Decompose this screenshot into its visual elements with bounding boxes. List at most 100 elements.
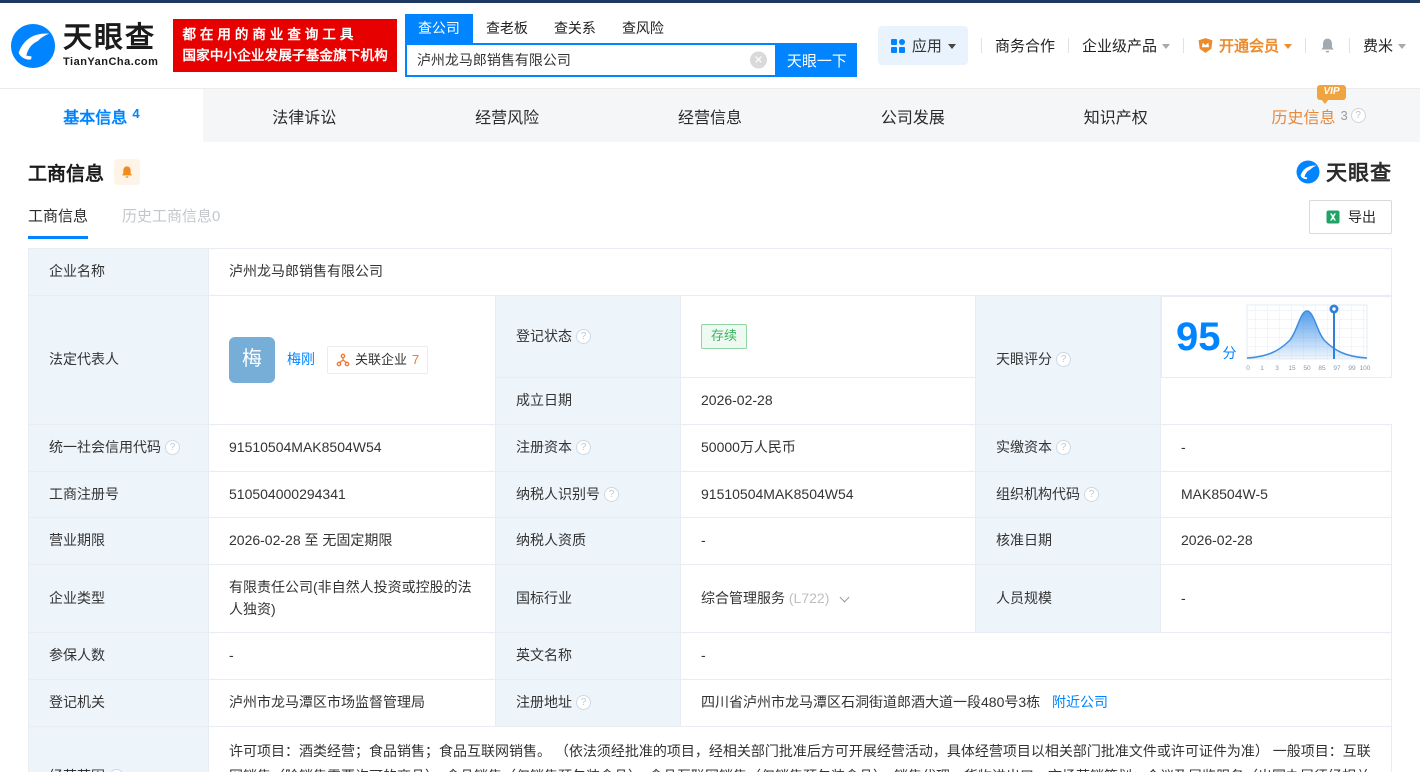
table-row: 企业名称 泸州龙马郎销售有限公司 <box>29 249 1392 296</box>
score-unit: 分 <box>1223 345 1237 361</box>
tab-label: 经营风险 <box>475 104 539 128</box>
field-label: 实缴资本? <box>976 424 1161 471</box>
company-name-value: 泸州龙马郎销售有限公司 <box>209 249 1392 296</box>
tab-business-info[interactable]: 经营信息 <box>609 89 812 142</box>
tab-label: 公司发展 <box>881 104 945 128</box>
reg-status-value: 存续 <box>681 295 976 378</box>
field-label: 登记机关 <box>29 680 209 727</box>
nearby-companies-link[interactable]: 附近公司 <box>1052 694 1108 710</box>
field-label: 参保人数 <box>29 633 209 680</box>
enterprise-products-link[interactable]: 企业级产品 <box>1082 35 1170 56</box>
field-label: 成立日期 <box>496 378 681 425</box>
apps-button[interactable]: 应用 <box>878 26 968 65</box>
caret-down-icon <box>1162 44 1170 49</box>
legal-rep-avatar[interactable]: 梅 <box>229 337 275 383</box>
divider <box>1183 38 1184 53</box>
insured-num-value: - <box>209 633 496 680</box>
tab-history-info[interactable]: VIP 历史信息 3 ? <box>1217 89 1420 142</box>
search-tabs: 查公司 查老板 查关系 查风险 <box>405 14 857 43</box>
chevron-down-icon[interactable] <box>840 592 850 602</box>
legal-rep-cell: 梅 梅刚 关联企业 7 <box>209 295 496 424</box>
table-row: 法定代表人 梅 梅刚 关联企业 7 <box>29 295 1392 378</box>
tab-legal-litigation[interactable]: 法律诉讼 <box>203 89 406 142</box>
svg-text:100: 100 <box>1359 365 1370 372</box>
user-menu[interactable]: 费米 <box>1363 35 1406 56</box>
reg-number-value: 510504000294341 <box>209 471 496 518</box>
apps-label: 应用 <box>912 35 942 56</box>
tianyancha-logo[interactable]: 天眼查 TianYanCha.com <box>10 23 158 69</box>
tab-basic-info[interactable]: 基本信息 4 <box>0 89 203 142</box>
help-icon[interactable]: ? <box>165 440 180 455</box>
table-row: 营业期限 2026-02-28 至 无固定期限 纳税人资质 - 核准日期 202… <box>29 518 1392 565</box>
field-label: 经营范围? <box>29 726 209 772</box>
help-icon[interactable]: ? <box>604 487 619 502</box>
open-vip-link[interactable]: 开通会员 <box>1197 35 1292 56</box>
help-icon[interactable]: ? <box>576 440 591 455</box>
tab-label: 知识产权 <box>1084 104 1148 128</box>
subtab-count: 0 <box>212 208 220 225</box>
tab-intellectual-property[interactable]: 知识产权 <box>1014 89 1217 142</box>
tianyancha-logo-icon <box>10 23 56 69</box>
help-icon[interactable]: ? <box>1084 487 1099 502</box>
clear-input-icon[interactable]: ✕ <box>750 52 767 69</box>
export-button[interactable]: 导出 <box>1309 200 1392 234</box>
industry-name: 综合管理服务 <box>701 590 785 606</box>
svg-text:3: 3 <box>1275 365 1279 372</box>
search-area: 查公司 查老板 查关系 查风险 ✕ 天眼一下 <box>405 14 857 77</box>
taxpayer-quality-value: - <box>681 518 976 565</box>
tab-count: 3 <box>1340 108 1347 123</box>
section-watermark-logo: 天眼查 <box>1296 157 1392 187</box>
subtab-business-registration[interactable]: 工商信息 <box>28 205 88 239</box>
help-icon[interactable]: ? <box>576 695 591 710</box>
caret-down-icon <box>948 44 956 49</box>
notification-bell-icon[interactable] <box>1319 37 1336 54</box>
section-title: 工商信息 <box>28 159 104 186</box>
search-input[interactable] <box>407 45 775 75</box>
divider <box>1068 38 1069 53</box>
logo-title: 天眼查 <box>63 24 158 53</box>
cooperation-link[interactable]: 商务合作 <box>995 35 1055 56</box>
tyc-score-cell: 95分 <box>1161 296 1392 378</box>
tianyancha-logo-icon <box>1296 160 1320 184</box>
slogan-line2: 国家中小企业发展子基金旗下机构 <box>182 46 388 67</box>
vip-badge: VIP <box>1317 85 1345 100</box>
field-label: 注册资本? <box>496 424 681 471</box>
search-button[interactable]: 天眼一下 <box>777 43 857 77</box>
help-icon[interactable]: ? <box>1056 440 1071 455</box>
field-label: 英文名称 <box>496 633 681 680</box>
legal-rep-name-link[interactable]: 梅刚 <box>287 349 315 371</box>
tab-label: 法律诉讼 <box>272 104 336 128</box>
header: 天眼查 TianYanCha.com 都在用的商业查询工具 国家中小企业发展子基… <box>0 3 1420 88</box>
table-row: 参保人数 - 英文名称 - <box>29 633 1392 680</box>
tab-company-development[interactable]: 公司发展 <box>811 89 1014 142</box>
search-tab-boss[interactable]: 查老板 <box>473 14 541 43</box>
field-label: 统一社会信用代码? <box>29 424 209 471</box>
main-content: 工商信息 天眼查 工商信息 历史工商信息0 导出 <box>0 158 1420 772</box>
caret-down-icon <box>1398 44 1406 49</box>
field-label: 人员规模 <box>976 564 1161 632</box>
divider <box>1305 38 1306 53</box>
score-number: 95 <box>1176 315 1221 359</box>
tab-label: 历史信息 <box>1271 104 1335 128</box>
establish-date-value: 2026-02-28 <box>681 378 976 425</box>
tab-operating-risk[interactable]: 经营风险 <box>406 89 609 142</box>
monitor-bell-icon[interactable] <box>114 159 140 185</box>
field-label: 组织机构代码? <box>976 471 1161 518</box>
english-name-value: - <box>681 633 1392 680</box>
svg-text:97: 97 <box>1333 365 1341 372</box>
business-term-value: 2026-02-28 至 无固定期限 <box>209 518 496 565</box>
search-tab-company[interactable]: 查公司 <box>405 14 473 43</box>
related-companies-badge[interactable]: 关联企业 7 <box>327 346 428 374</box>
industry-value: 综合管理服务 (L722) <box>681 564 976 632</box>
search-tab-relation[interactable]: 查关系 <box>541 14 609 43</box>
help-icon[interactable]: ? <box>576 329 591 344</box>
org-code-value: MAK8504W-5 <box>1161 471 1392 518</box>
field-label: 核准日期 <box>976 518 1161 565</box>
field-label: 天眼评分? <box>976 295 1161 424</box>
company-tab-bar: 基本信息 4 法律诉讼 经营风险 经营信息 公司发展 知识产权 VIP 历史信息… <box>0 88 1420 142</box>
registration-info-table: 企业名称 泸州龙马郎销售有限公司 法定代表人 梅 梅刚 关联企业 <box>28 248 1392 772</box>
search-tab-risk[interactable]: 查风险 <box>609 14 677 43</box>
help-icon[interactable]: ? <box>1056 352 1071 367</box>
subtab-history-registration[interactable]: 历史工商信息0 <box>122 205 220 239</box>
help-icon[interactable]: ? <box>1351 108 1366 123</box>
